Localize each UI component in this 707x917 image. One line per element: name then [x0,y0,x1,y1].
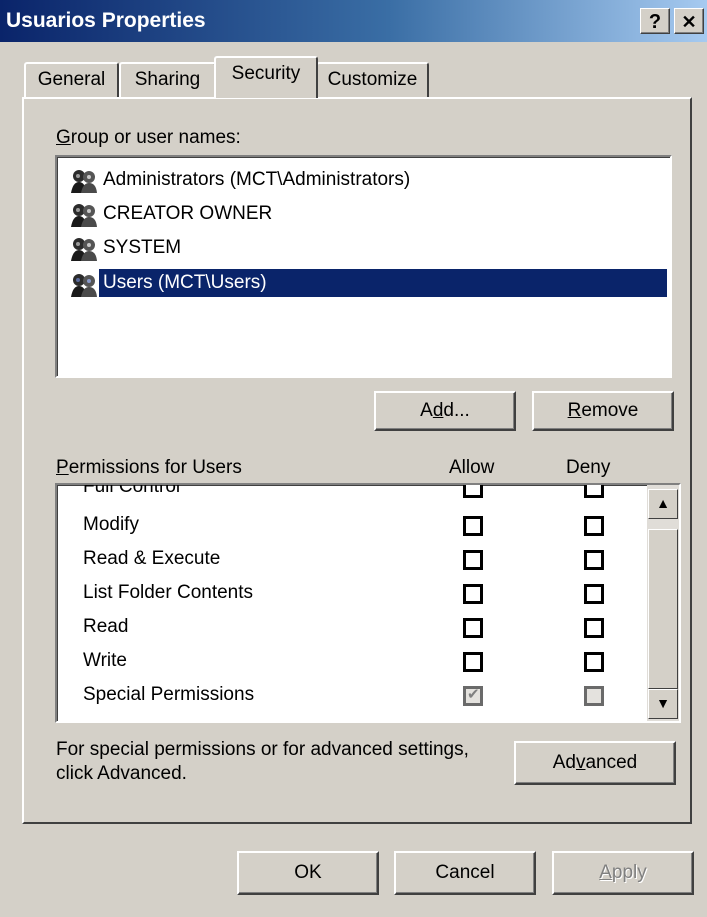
list-item-label: SYSTEM [103,237,182,258]
permission-row: Modify [57,509,647,543]
permission-name: List Folder Contents [83,582,254,603]
permission-name: Special Permissions [83,684,255,705]
deny-checkbox[interactable] [584,485,604,498]
deny-checkbox[interactable] [584,686,604,706]
deny-checkbox[interactable] [584,584,604,604]
tab-security[interactable]: Security [214,56,318,98]
cancel-button[interactable]: Cancel [394,851,536,895]
permission-row: Write [57,645,647,679]
deny-checkbox[interactable] [584,652,604,672]
apply-button[interactable]: Apply [552,851,694,895]
deny-checkbox[interactable] [584,550,604,570]
advanced-note-line2: click Advanced. [56,763,187,784]
add-button[interactable]: Add... [374,391,516,431]
permissions-label: Permissions for Users [56,457,242,478]
group-user-list[interactable]: Administrators (MCT\Administrators) CREA… [55,155,672,378]
allow-checkbox[interactable] [463,550,483,570]
scroll-thumb[interactable] [648,529,678,689]
users-icon [71,170,97,193]
scroll-down-icon[interactable]: ▼ [648,689,678,719]
permission-row: Full Control [57,483,647,505]
allow-checkbox[interactable] [463,516,483,536]
permission-name: Write [83,650,127,671]
advanced-note-line1: For special permissions or for advanced … [56,739,469,760]
permission-row: Read [57,611,647,645]
group-names-label: Group or user names: [56,127,241,148]
allow-checkbox[interactable] [463,584,483,604]
deny-header: Deny [566,457,611,478]
ok-button[interactable]: OK [237,851,379,895]
allow-checkbox-checked[interactable] [463,685,483,706]
permission-name: Read & Execute [83,548,221,569]
tab-customize[interactable]: Customize [316,62,429,98]
allow-header: Allow [449,457,495,478]
list-item-selected[interactable]: Users (MCT\Users) [65,269,667,301]
permission-row: List Folder Contents [57,577,647,611]
window-title: Usuarios Properties [6,9,206,32]
permission-row: Special Permissions [57,679,647,713]
permission-name: Modify [83,514,139,535]
deny-checkbox[interactable] [584,516,604,536]
permission-name: Read [83,616,129,637]
help-button[interactable]: ? [640,8,670,34]
security-panel: Group or user names: Administrators (MCT… [22,97,692,824]
users-icon [71,238,97,261]
scroll-up-icon[interactable]: ▲ [648,489,678,519]
list-item[interactable]: SYSTEM [65,233,664,265]
list-item-label: Administrators (MCT\Administrators) [103,169,411,190]
list-item[interactable]: Administrators (MCT\Administrators) [65,165,664,197]
allow-checkbox[interactable] [463,652,483,672]
allow-checkbox[interactable] [463,618,483,638]
list-item-label: Users (MCT\Users) [99,269,667,297]
permissions-scrollbar[interactable]: ▲ ▼ [647,485,679,721]
permission-name: Full Control [83,483,181,497]
tab-general[interactable]: General [24,62,119,98]
deny-checkbox[interactable] [584,618,604,638]
users-icon [71,204,97,227]
remove-button[interactable]: Remove [532,391,674,431]
list-item-label: CREATOR OWNER [103,203,273,224]
permission-row: Read & Execute [57,543,647,577]
list-item[interactable]: CREATOR OWNER [65,199,664,231]
close-button[interactable]: ✕ [674,8,704,34]
advanced-button[interactable]: Advanced [514,741,676,785]
permissions-list[interactable]: Full Control Modify Read & Execute List … [55,483,681,723]
tab-sharing[interactable]: Sharing [119,62,216,98]
title-bar: Usuarios Properties ? ✕ [0,0,707,42]
allow-checkbox[interactable] [463,485,483,498]
users-icon [71,274,97,297]
